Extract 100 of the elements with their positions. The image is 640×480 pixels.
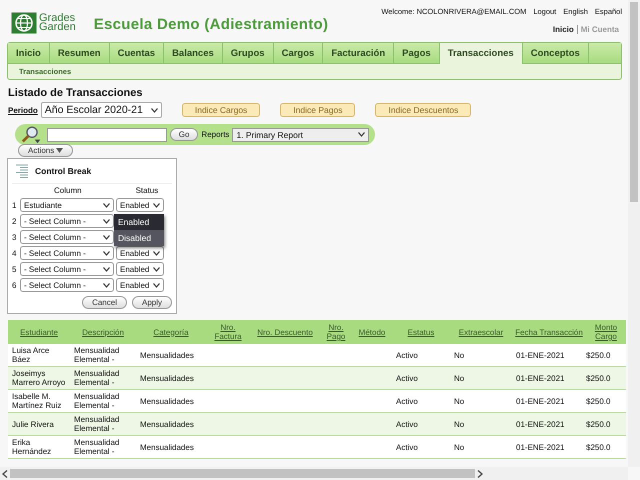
table-cell: Mensualidad Elemental - bbox=[74, 346, 120, 364]
index-button[interactable]: Indice Cargos bbox=[182, 103, 260, 117]
column-select[interactable]: - Select Column - bbox=[20, 214, 114, 228]
status-select[interactable]: Enabled bbox=[116, 278, 164, 292]
table-cell: $250.0 bbox=[586, 374, 610, 382]
nav-tab[interactable]: Inicio bbox=[8, 43, 50, 63]
table-cell: No bbox=[454, 442, 464, 452]
period-select[interactable]: Año Escolar 2020-21 bbox=[40, 102, 162, 118]
nav-tab[interactable]: Balances bbox=[164, 43, 223, 63]
column-header[interactable]: Monto Cargo bbox=[588, 323, 624, 341]
table-cell: No bbox=[454, 350, 464, 360]
table-cell: $250.0 bbox=[586, 442, 610, 452]
column-header[interactable]: Nro. Factura bbox=[208, 323, 248, 341]
table-cell: No bbox=[454, 396, 464, 406]
table-cell: Mensualidad Elemental - bbox=[74, 438, 120, 456]
table-cell: Activo bbox=[396, 396, 418, 406]
table-cell: 01-ENE-2021 bbox=[516, 420, 564, 428]
table-cell: Luisa Arce Báez bbox=[12, 346, 50, 364]
column-header[interactable]: Fecha Transacción bbox=[515, 328, 583, 336]
table-cell: Mensualidades bbox=[140, 374, 194, 382]
row-number: 3 bbox=[12, 232, 18, 242]
column-select[interactable]: - Select Column - bbox=[20, 278, 114, 292]
table-cell: Julie Rivera bbox=[12, 420, 54, 428]
table-cell: No bbox=[454, 420, 464, 428]
table-cell: Mensualidad Elemental - bbox=[74, 369, 120, 387]
table-cell: $250.0 bbox=[586, 420, 610, 428]
column-header[interactable]: Descripción bbox=[82, 328, 124, 336]
index-button[interactable]: Indice Descuentos bbox=[375, 103, 472, 117]
status-select[interactable]: Enabled bbox=[116, 246, 164, 260]
table-cell: Activo bbox=[396, 442, 418, 452]
index-button[interactable]: Indice Pagos bbox=[280, 103, 356, 117]
nav-tab[interactable]: Grupos bbox=[222, 43, 274, 63]
column-header[interactable]: Categoría bbox=[153, 328, 189, 336]
table-cell: Mensualidades bbox=[140, 420, 194, 428]
report-select[interactable]: 1. Primary Report bbox=[232, 128, 369, 142]
scroll-right-icon[interactable] bbox=[477, 470, 483, 478]
column-select[interactable]: Estudiante bbox=[20, 198, 114, 212]
table-cell: 01-ENE-2021 bbox=[516, 350, 564, 360]
menu-option[interactable]: Disabled bbox=[114, 230, 164, 246]
chevron-icon bbox=[153, 266, 160, 272]
table-cell: 01-ENE-2021 bbox=[516, 374, 564, 382]
vertical-scrollbar[interactable] bbox=[628, 0, 640, 467]
chevron-icon bbox=[103, 202, 110, 208]
table-cell: Mensualidades bbox=[140, 442, 194, 452]
column-header[interactable]: Extraescolar bbox=[458, 328, 504, 336]
search-icon[interactable] bbox=[21, 124, 42, 144]
scroll-left-icon[interactable] bbox=[2, 470, 8, 478]
table-cell: Mensualidades bbox=[140, 396, 194, 406]
chevron-icon bbox=[150, 108, 158, 112]
panel-title: Control Break bbox=[35, 166, 92, 176]
chevron-icon bbox=[153, 250, 160, 256]
chevron-icon bbox=[103, 218, 110, 224]
chevron-icon bbox=[103, 250, 110, 256]
column-header: Column bbox=[54, 186, 82, 195]
table-cell: Mensualidades bbox=[140, 350, 194, 360]
column-header[interactable]: Nro. Pago bbox=[322, 323, 350, 341]
panel-button[interactable]: Cancel bbox=[82, 296, 127, 309]
column-header[interactable]: Estudiante bbox=[20, 328, 58, 336]
chevron-icon bbox=[153, 202, 160, 208]
panel-button[interactable]: Apply bbox=[132, 296, 172, 309]
column-header[interactable]: Método bbox=[358, 328, 386, 336]
nav-tab[interactable]: Facturación bbox=[323, 43, 394, 63]
column-header[interactable]: Estatus bbox=[408, 328, 434, 336]
account-link[interactable]: Inicio bbox=[550, 25, 577, 34]
status-select[interactable]: Enabled bbox=[116, 262, 164, 276]
nav-tab[interactable]: Transacciones bbox=[440, 43, 523, 64]
nav-tab[interactable]: Cuentas bbox=[110, 43, 164, 63]
row-number: 1 bbox=[12, 200, 18, 210]
horizontal-scrollbar[interactable] bbox=[0, 467, 628, 480]
search-field[interactable] bbox=[47, 128, 167, 142]
status-header: Status bbox=[136, 186, 158, 195]
nav-tab[interactable]: Conceptos bbox=[522, 43, 589, 63]
table-cell: No bbox=[454, 374, 464, 382]
column-select[interactable]: - Select Column - bbox=[20, 262, 114, 276]
page-title: Listado de Transacciones bbox=[8, 87, 144, 99]
row-number: 6 bbox=[12, 280, 18, 290]
row-number: 2 bbox=[12, 216, 18, 226]
nav-tab[interactable]: Cargos bbox=[274, 43, 324, 63]
nav-tab[interactable]: Resumen bbox=[50, 43, 110, 63]
reports-label: Reports bbox=[201, 130, 230, 139]
chevron-icon bbox=[358, 132, 365, 137]
table-cell: $250.0 bbox=[586, 396, 610, 406]
list-icon bbox=[16, 164, 28, 178]
actions-button[interactable]: Actions bbox=[18, 144, 74, 157]
chevron-icon bbox=[103, 266, 110, 272]
table-cell: 01-ENE-2021 bbox=[516, 396, 564, 406]
status-select[interactable]: Enabled bbox=[116, 198, 164, 212]
row-number: 4 bbox=[12, 248, 18, 258]
column-select[interactable]: - Select Column - bbox=[20, 246, 114, 260]
chevron-icon bbox=[153, 282, 160, 288]
period-link[interactable]: Periodo bbox=[8, 106, 38, 114]
column-header[interactable]: Nro. Descuento bbox=[257, 328, 313, 336]
go-button[interactable]: Go bbox=[170, 128, 198, 141]
caret-icon bbox=[56, 148, 64, 153]
menu-option[interactable]: Enabled bbox=[114, 214, 164, 230]
table-cell: Mensualidad Elemental - bbox=[74, 392, 120, 410]
column-select[interactable]: - Select Column - bbox=[20, 230, 114, 244]
table-cell: Mensualidad Elemental - bbox=[74, 415, 120, 433]
table-cell: Activo bbox=[396, 374, 418, 382]
school-title: Escuela Demo (Adiestramiento) bbox=[94, 16, 328, 33]
